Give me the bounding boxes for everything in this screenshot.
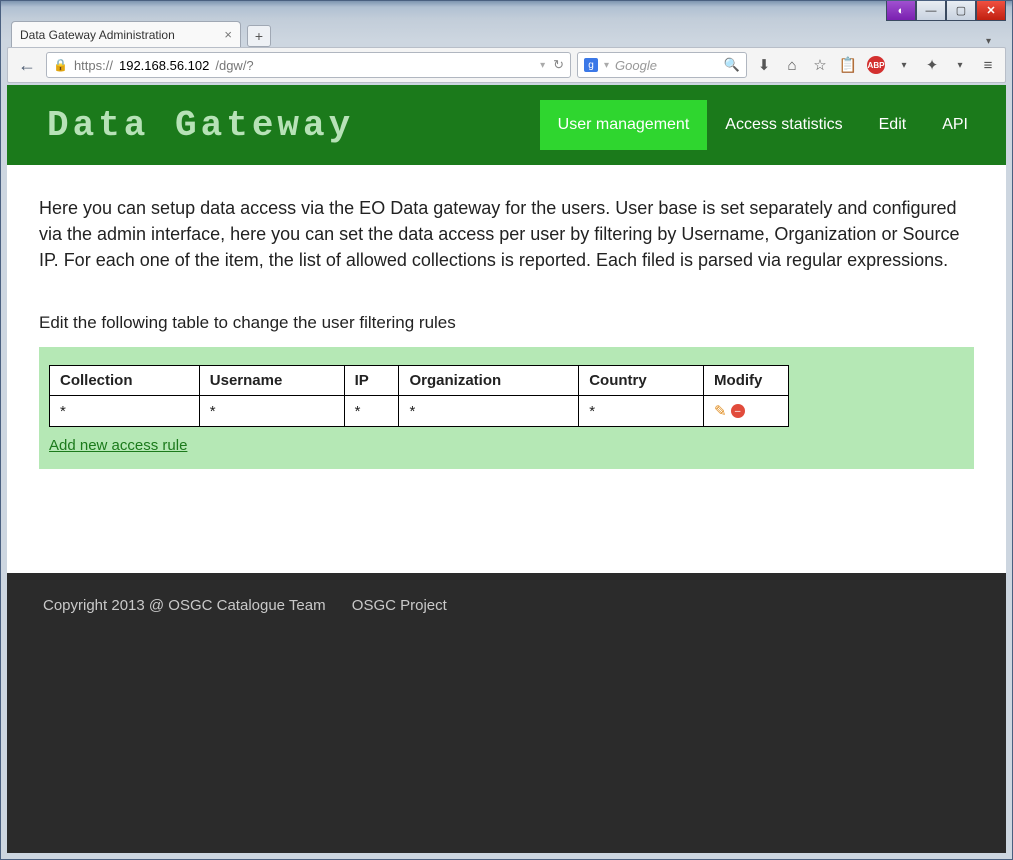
nav-user-management[interactable]: User management bbox=[540, 100, 708, 150]
th-country: Country bbox=[579, 366, 704, 396]
clipboard-icon[interactable]: 📋 bbox=[837, 54, 859, 76]
main-nav: User management Access statistics Edit A… bbox=[540, 100, 986, 150]
downloads-icon[interactable]: ⬇ bbox=[753, 54, 775, 76]
search-placeholder: Google bbox=[615, 58, 657, 73]
cell-modify: ✎ – bbox=[704, 396, 789, 427]
th-ip: IP bbox=[344, 366, 399, 396]
minimize-button[interactable]: — bbox=[916, 1, 946, 21]
lock-icon: 🔒 bbox=[53, 58, 68, 72]
dropdown-icon[interactable]: ▾ bbox=[540, 60, 545, 71]
url-prefix: https:// bbox=[74, 58, 113, 73]
chevron-down-icon[interactable]: ▾ bbox=[604, 60, 609, 71]
th-organization: Organization bbox=[399, 366, 579, 396]
footer-project-link[interactable]: OSGC Project bbox=[352, 597, 447, 614]
abp-chevron-icon[interactable]: ▾ bbox=[893, 54, 915, 76]
window-controls: ◐ — ▢ ✕ bbox=[886, 1, 1006, 21]
table-header-row: Collection Username IP Organization Coun… bbox=[50, 366, 789, 396]
nav-edit[interactable]: Edit bbox=[861, 100, 925, 150]
th-modify: Modify bbox=[704, 366, 789, 396]
rules-table: Collection Username IP Organization Coun… bbox=[49, 365, 789, 427]
url-host: 192.168.56.102 bbox=[119, 58, 209, 73]
table-row: * * * * * ✎ – bbox=[50, 396, 789, 427]
addon-icon[interactable]: ✦ bbox=[921, 54, 943, 76]
close-button[interactable]: ✕ bbox=[976, 1, 1006, 21]
page-footer: Copyright 2013 @ OSGC Catalogue Team OSG… bbox=[7, 573, 1006, 853]
cell-organization: * bbox=[399, 396, 579, 427]
delete-icon[interactable]: – bbox=[731, 404, 745, 418]
tab-strip: Data Gateway Administration × + ▾ bbox=[11, 19, 1002, 47]
url-path: /dgw/? bbox=[215, 58, 253, 73]
bookmark-icon[interactable]: ☆ bbox=[809, 54, 831, 76]
tab-title: Data Gateway Administration bbox=[20, 28, 175, 42]
abp-icon[interactable]: ABP bbox=[865, 54, 887, 76]
addon-chevron-icon[interactable]: ▾ bbox=[949, 54, 971, 76]
rules-panel: Collection Username IP Organization Coun… bbox=[39, 347, 974, 469]
maximize-button[interactable]: ▢ bbox=[946, 1, 976, 21]
search-bar[interactable]: g ▾ Google 🔍 bbox=[577, 52, 747, 78]
nav-access-statistics[interactable]: Access statistics bbox=[707, 100, 860, 150]
reload-icon[interactable]: ↻ bbox=[553, 57, 564, 73]
new-tab-button[interactable]: + bbox=[247, 25, 271, 47]
footer-copyright: Copyright 2013 @ OSGC Catalogue Team bbox=[43, 597, 326, 614]
mask-icon[interactable]: ◐ bbox=[886, 1, 916, 21]
edit-icon[interactable]: ✎ bbox=[714, 402, 727, 420]
search-icon[interactable]: 🔍 bbox=[724, 57, 740, 73]
nav-api[interactable]: API bbox=[924, 100, 986, 150]
add-rule-link[interactable]: Add new access rule bbox=[49, 437, 187, 454]
browser-tab[interactable]: Data Gateway Administration × bbox=[11, 21, 241, 47]
browser-window: ◐ — ▢ ✕ Data Gateway Administration × + … bbox=[0, 0, 1013, 860]
url-bar[interactable]: 🔒 https:// 192.168.56.102/dgw/? ▾ ↻ bbox=[46, 52, 571, 78]
cell-ip: * bbox=[344, 396, 399, 427]
cell-country: * bbox=[579, 396, 704, 427]
back-button[interactable]: ← bbox=[14, 52, 40, 78]
th-username: Username bbox=[199, 366, 344, 396]
site-logo: Data Gateway bbox=[47, 105, 354, 146]
tab-overflow-icon[interactable]: ▾ bbox=[986, 36, 1002, 47]
browser-toolbar: ← 🔒 https:// 192.168.56.102/dgw/? ▾ ↻ g ▾… bbox=[7, 47, 1006, 83]
cell-collection: * bbox=[50, 396, 200, 427]
page-viewport: Data Gateway User management Access stat… bbox=[7, 85, 1006, 853]
intro-text: Here you can setup data access via the E… bbox=[39, 195, 974, 273]
home-icon[interactable]: ⌂ bbox=[781, 54, 803, 76]
menu-icon[interactable]: ≡ bbox=[977, 54, 999, 76]
page-header: Data Gateway User management Access stat… bbox=[7, 85, 1006, 165]
cell-username: * bbox=[199, 396, 344, 427]
page-content: Here you can setup data access via the E… bbox=[7, 165, 1006, 489]
table-caption: Edit the following table to change the u… bbox=[39, 313, 974, 333]
th-collection: Collection bbox=[50, 366, 200, 396]
tab-close-icon[interactable]: × bbox=[224, 27, 232, 42]
google-icon: g bbox=[584, 58, 598, 72]
